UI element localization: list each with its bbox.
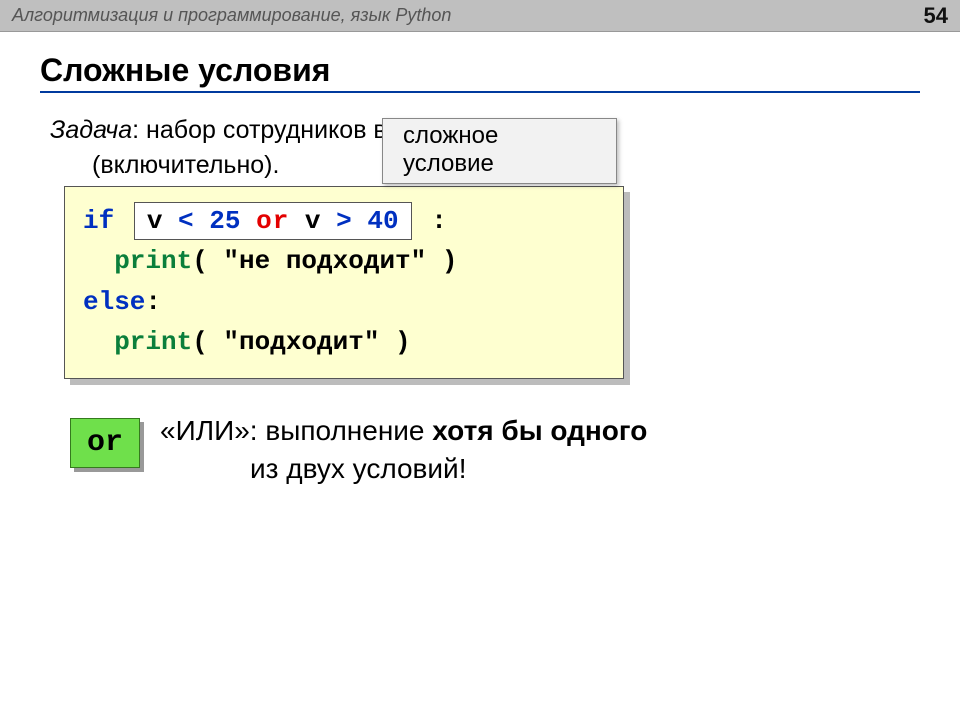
slide-body: Сложные условия Задача: набор сотруднико… — [0, 32, 960, 183]
task-label: Задача — [50, 116, 132, 144]
page-number: 54 — [924, 3, 948, 29]
or-chip: or — [70, 418, 140, 468]
header-bar: Алгоритмизация и программирование, язык … — [0, 0, 960, 32]
or-line2: из двух условий! — [160, 450, 647, 488]
kw-else: else — [83, 287, 145, 317]
or-line1: «ИЛИ»: выполнение хотя бы одного — [160, 412, 647, 450]
condition-box: v < 25 or v > 40 — [134, 202, 412, 240]
callout-line1: сложное — [403, 122, 596, 150]
kw-if: if — [83, 206, 114, 236]
fn-print1: print — [114, 246, 192, 276]
or-explainer: or «ИЛИ»: выполнение хотя бы одного из д… — [70, 412, 647, 488]
slide-title: Сложные условия — [40, 52, 920, 93]
code-block: if v < 25 or v > 40 : print( "не подходи… — [64, 186, 624, 379]
fn-print2: print — [114, 327, 192, 357]
callout: сложное условие — [382, 118, 617, 184]
callout-line2: условие — [403, 150, 596, 178]
course-title: Алгоритмизация и программирование, язык … — [12, 5, 451, 26]
